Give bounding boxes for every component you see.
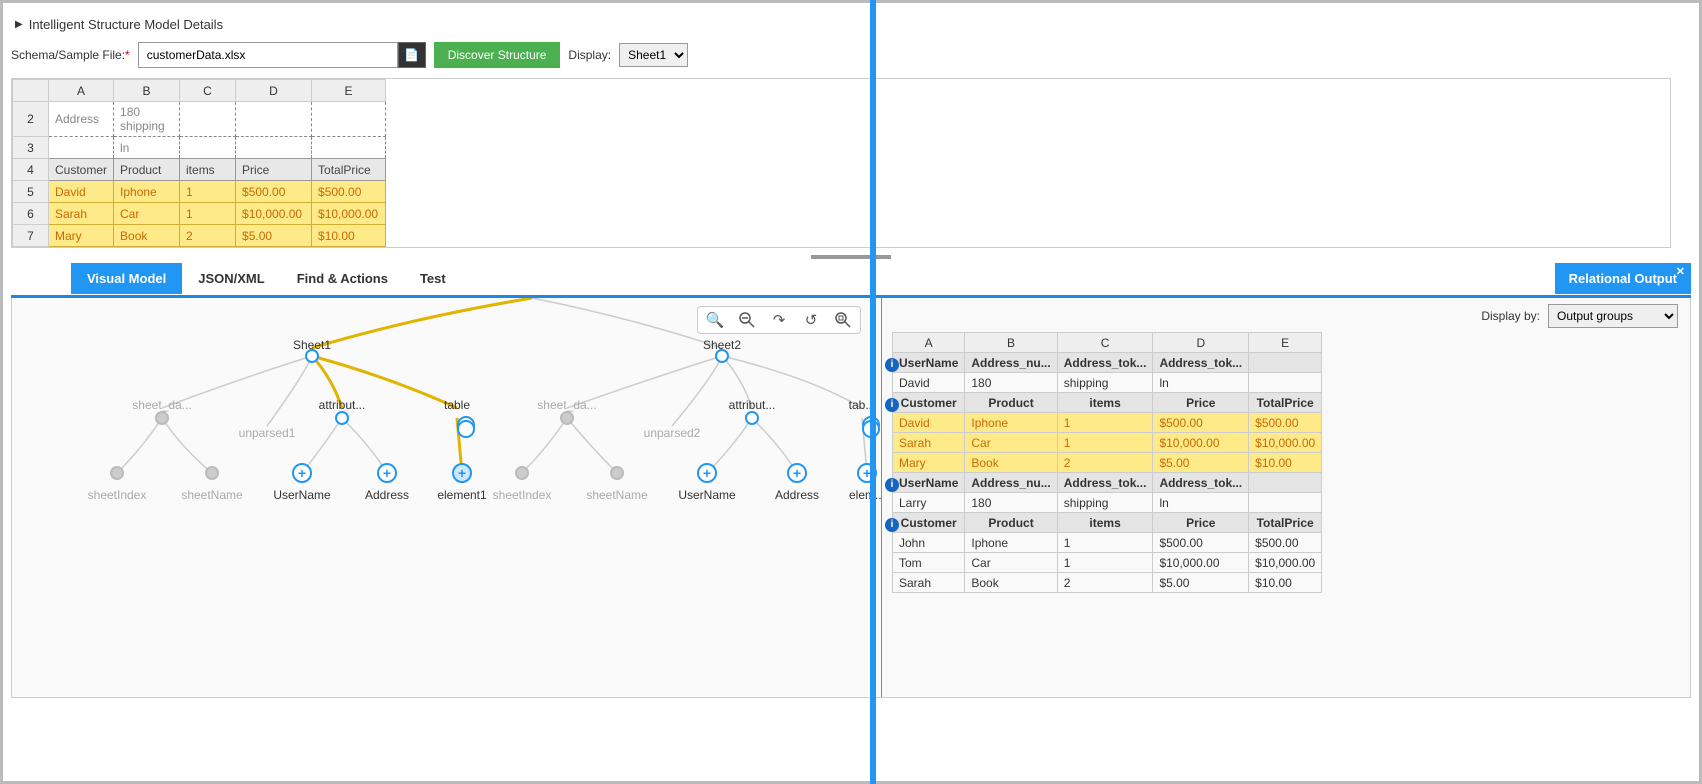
vertical-splitter[interactable]: [870, 0, 876, 784]
node-username[interactable]: UserName: [678, 488, 735, 502]
zoom-fit-icon[interactable]: [834, 311, 852, 329]
node-circle-icon[interactable]: [305, 349, 319, 363]
col-header[interactable]: B: [114, 80, 180, 102]
sample-data-grid[interactable]: A B C D E 2Address180 shipping 3ln 4Cust…: [12, 79, 386, 247]
group-header-row[interactable]: iUserNameAddress_nu...Address_tok...Addr…: [893, 473, 1322, 493]
info-icon[interactable]: i: [893, 398, 900, 412]
col-header[interactable]: C: [1057, 333, 1153, 353]
browse-file-button[interactable]: 📄: [398, 42, 426, 68]
col-header[interactable]: A: [49, 80, 114, 102]
zoom-out-icon[interactable]: [738, 311, 756, 329]
col-header[interactable]: E: [312, 80, 386, 102]
output-grid[interactable]: ABCDE iUserNameAddress_nu...Address_tok.…: [892, 332, 1322, 593]
node-circle-icon[interactable]: [715, 349, 729, 363]
group-header-row[interactable]: iUserNameAddress_nu...Address_tok...Addr…: [893, 353, 1322, 373]
node-circle-icon[interactable]: [745, 411, 759, 425]
table-row[interactable]: 7MaryBook2$5.00$10.00: [13, 225, 386, 247]
node-sheetindex[interactable]: sheetIndex: [493, 488, 552, 502]
node-circle-icon[interactable]: [155, 411, 169, 425]
info-icon[interactable]: i: [893, 518, 900, 532]
table-row[interactable]: MaryBook2$5.00$10.00: [893, 453, 1322, 473]
col-header[interactable]: D: [236, 80, 312, 102]
section-title: Intelligent Structure Model Details: [29, 17, 223, 32]
node-unparsed2[interactable]: unparsed2: [644, 426, 701, 440]
relational-output-button[interactable]: Relational Output ✕: [1555, 263, 1691, 294]
tab-find-actions[interactable]: Find & Actions: [281, 263, 404, 294]
tab-json-xml[interactable]: JSON/XML: [182, 263, 280, 294]
node-attribut[interactable]: attribut...: [729, 398, 776, 412]
table-row[interactable]: 4CustomerProductitemsPriceTotalPrice: [13, 159, 386, 181]
col-header[interactable]: B: [965, 333, 1057, 353]
rotate-right-icon[interactable]: ↷: [770, 311, 788, 329]
table-row[interactable]: DavidIphone1$500.00$500.00: [893, 413, 1322, 433]
display-label: Display:: [568, 48, 611, 62]
table-row[interactable]: SarahBook2$5.00$10.00: [893, 573, 1322, 593]
plus-icon[interactable]: +: [292, 463, 312, 483]
displayby-row: Display by: Output groups: [1481, 304, 1678, 328]
col-header[interactable]: D: [1153, 333, 1249, 353]
node-unparsed1[interactable]: unparsed1: [239, 426, 296, 440]
table-row[interactable]: 5DavidIphone1$500.00$500.00: [13, 181, 386, 203]
plus-icon[interactable]: +: [697, 463, 717, 483]
file-input[interactable]: [138, 42, 398, 68]
node-circle-icon[interactable]: [205, 466, 219, 480]
node-table[interactable]: table: [444, 398, 470, 412]
table-row[interactable]: Larry180shippingln: [893, 493, 1322, 513]
node-address[interactable]: Address: [365, 488, 409, 502]
table-row[interactable]: David180shippingln: [893, 373, 1322, 393]
table-row[interactable]: 2Address180 shipping: [13, 102, 386, 137]
tab-bar: Visual Model JSON/XML Find & Actions Tes…: [11, 262, 1691, 298]
plus-icon[interactable]: +: [787, 463, 807, 483]
col-header[interactable]: A: [893, 333, 965, 353]
displayby-select[interactable]: Output groups: [1548, 304, 1678, 328]
horizontal-splitter[interactable]: [11, 252, 1691, 262]
node-circle-icon[interactable]: [515, 466, 529, 480]
undo-icon[interactable]: ↺: [802, 311, 820, 329]
col-header[interactable]: E: [1249, 333, 1322, 353]
displayby-label: Display by:: [1481, 309, 1540, 323]
tab-visual-model[interactable]: Visual Model: [71, 263, 182, 294]
node-elem[interactable]: elem...: [849, 488, 882, 502]
sample-data-grid-container: A B C D E 2Address180 shipping 3ln 4Cust…: [11, 78, 1671, 248]
chevron-right-icon: ▶: [15, 19, 23, 30]
node-sheet-data[interactable]: sheet_da...: [132, 398, 191, 412]
file-icon: 📄: [404, 48, 419, 62]
form-row: Schema/Sample File:* 📄 Discover Structur…: [11, 38, 1691, 78]
plus-icon[interactable]: +: [377, 463, 397, 483]
lower-split: 🔍 ↷ ↺: [11, 298, 1691, 698]
node-circle-icon[interactable]: [560, 411, 574, 425]
group-header-row[interactable]: iCustomerProductitemsPriceTotalPrice: [893, 393, 1322, 413]
table-row[interactable]: JohnIphone1$500.00$500.00: [893, 533, 1322, 553]
node-address[interactable]: Address: [775, 488, 819, 502]
file-label: Schema/Sample File:*: [11, 48, 130, 62]
node-sheet-data[interactable]: sheet_da...: [537, 398, 596, 412]
node-element1[interactable]: element1: [437, 488, 486, 502]
node-username[interactable]: UserName: [273, 488, 330, 502]
node-sheetname[interactable]: sheetName: [586, 488, 647, 502]
table-row[interactable]: SarahCar1$10,000.00$10,000.00: [893, 433, 1322, 453]
node-sheetname[interactable]: sheetName: [181, 488, 242, 502]
relational-output-panel: Display by: Output groups ABCDE iUserNam…: [882, 298, 1690, 697]
table-row[interactable]: 6SarahCar1$10,000.00$10,000.00: [13, 203, 386, 225]
node-sheetindex[interactable]: sheetIndex: [88, 488, 147, 502]
node-circle-icon[interactable]: [335, 411, 349, 425]
close-icon[interactable]: ✕: [1676, 265, 1685, 278]
node-attribut[interactable]: attribut...: [319, 398, 366, 412]
col-header[interactable]: C: [180, 80, 236, 102]
zoom-in-icon[interactable]: 🔍: [706, 311, 724, 329]
group-header-row[interactable]: iCustomerProductitemsPriceTotalPrice: [893, 513, 1322, 533]
discover-structure-button[interactable]: Discover Structure: [434, 42, 561, 68]
table-row[interactable]: TomCar1$10,000.00$10,000.00: [893, 553, 1322, 573]
node-circle-icon[interactable]: [610, 466, 624, 480]
file-input-wrap: 📄: [138, 42, 426, 68]
tree-panel[interactable]: 🔍 ↷ ↺: [12, 298, 882, 697]
tab-test[interactable]: Test: [404, 263, 462, 294]
tree-toolbar: 🔍 ↷ ↺: [697, 306, 861, 334]
table-row[interactable]: 3ln: [13, 137, 386, 159]
section-header[interactable]: ▶ Intelligent Structure Model Details: [11, 11, 1691, 38]
plus-icon[interactable]: +: [452, 463, 472, 483]
display-select[interactable]: Sheet1: [619, 43, 688, 67]
node-circle-icon[interactable]: [110, 466, 124, 480]
